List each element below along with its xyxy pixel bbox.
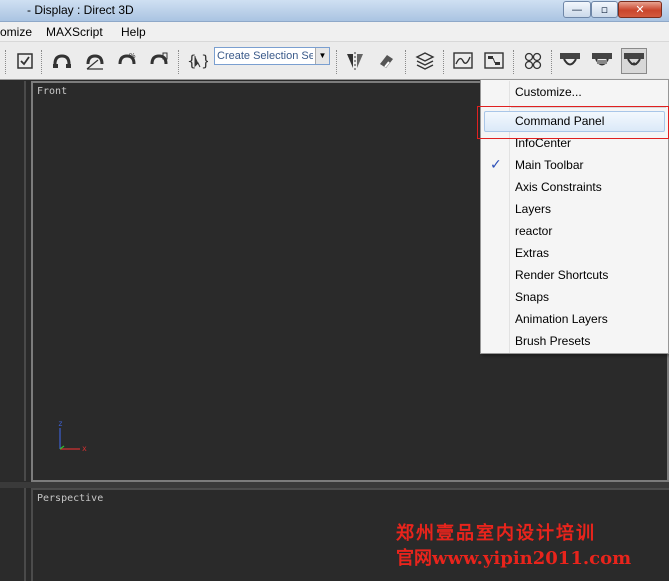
close-icon: ✕ (635, 3, 645, 16)
menu-item-label: Main Toolbar (515, 158, 584, 172)
menu-item-layers[interactable]: Layers (481, 199, 668, 221)
toolbar-separator (178, 50, 179, 74)
menu-customize[interactable]: omize (0, 25, 32, 39)
menu-item-reactor[interactable]: reactor (481, 221, 668, 243)
menu-item-label: Customize... (515, 85, 582, 99)
spinner-snap-icon[interactable] (146, 48, 172, 74)
menu-item-customize[interactable]: Customize... (481, 82, 668, 104)
maximize-button[interactable]: ▫ (591, 1, 618, 18)
toolbar-separator (5, 50, 6, 74)
toolbar-separator (513, 50, 514, 74)
menu-item-axis-constraints[interactable]: Axis Constraints (481, 177, 668, 199)
left-viewport-strip-bottom (0, 488, 26, 581)
rendered-frame-icon[interactable] (589, 48, 615, 74)
menu-item-main-toolbar[interactable]: ✓ Main Toolbar (481, 155, 668, 177)
schematic-view-icon[interactable] (481, 48, 507, 74)
left-viewport-strip (0, 81, 26, 481)
percent-snap-icon[interactable]: % (114, 48, 140, 74)
toolbar-separator (551, 50, 552, 74)
menu-item-extras[interactable]: Extras (481, 243, 668, 265)
chevron-down-icon[interactable]: ▼ (315, 48, 329, 64)
title-bar: - Display : Direct 3D — ▫ ✕ (0, 0, 669, 22)
svg-text:%: % (129, 52, 136, 60)
menu-maxscript[interactable]: MAXScript (46, 25, 103, 39)
menu-item-snaps[interactable]: Snaps (481, 287, 668, 309)
quick-render-icon[interactable] (621, 48, 647, 74)
menu-item-label: Snaps (515, 290, 550, 304)
toolbar-separator (41, 50, 42, 74)
front-viewport-label[interactable]: Front (37, 86, 67, 97)
minimize-icon: — (571, 3, 583, 16)
menu-item-label: reactor (515, 224, 553, 238)
toolbar-separator (405, 50, 406, 74)
mirror-icon[interactable] (342, 48, 368, 74)
axis-x-label: x (82, 444, 87, 453)
window-title: - Display : Direct 3D (27, 3, 134, 17)
perspective-viewport-label[interactable]: Perspective (37, 493, 103, 504)
main-toolbar: % {} Create Selection Set ▼ (0, 42, 669, 80)
material-editor-icon[interactable] (520, 48, 546, 74)
select-object-icon[interactable] (12, 48, 38, 74)
watermark-line-1: 郑州壹品室内设计培训 (396, 523, 596, 544)
named-selection-icon[interactable]: {} (184, 48, 210, 74)
align-icon[interactable] (373, 48, 399, 74)
menu-item-label: Render Shortcuts (515, 268, 609, 282)
close-button[interactable]: ✕ (618, 1, 662, 18)
axis-z-label: z (58, 420, 63, 428)
menu-item-animation-layers[interactable]: Animation Layers (481, 309, 668, 331)
toolbar-separator (336, 50, 337, 74)
render-setup-icon[interactable] (557, 48, 583, 74)
toolbar-separator (443, 50, 444, 74)
selection-set-dropdown[interactable]: Create Selection Set ▼ (214, 47, 330, 65)
axis-gizmo: z x (52, 419, 92, 460)
menu-item-label: Layers (515, 202, 552, 216)
menu-item-label: Animation Layers (515, 312, 608, 326)
menu-item-label: Extras (515, 246, 550, 260)
menu-item-render-shortcuts[interactable]: Render Shortcuts (481, 265, 668, 287)
watermark-line-2: 官网www.yipin2011.com (396, 548, 632, 569)
menu-help[interactable]: Help (121, 25, 146, 39)
curve-editor-icon[interactable] (450, 48, 476, 74)
svg-text:}: } (201, 52, 208, 70)
annotation-highlight-box (477, 106, 669, 139)
menu-item-label: Brush Presets (515, 334, 591, 348)
maximize-icon: ▫ (600, 3, 609, 16)
minimize-button[interactable]: — (563, 1, 591, 18)
menu-item-label: Axis Constraints (515, 180, 602, 194)
menu-item-brush-presets[interactable]: Brush Presets (481, 331, 668, 353)
snap-3d-icon[interactable] (49, 48, 75, 74)
angle-snap-icon[interactable] (82, 48, 108, 74)
checkmark-icon: ✓ (490, 157, 502, 173)
menu-bar: omize MAXScript Help (0, 22, 669, 42)
selection-set-value: Create Selection Set (217, 50, 313, 62)
layer-manager-icon[interactable] (412, 48, 438, 74)
